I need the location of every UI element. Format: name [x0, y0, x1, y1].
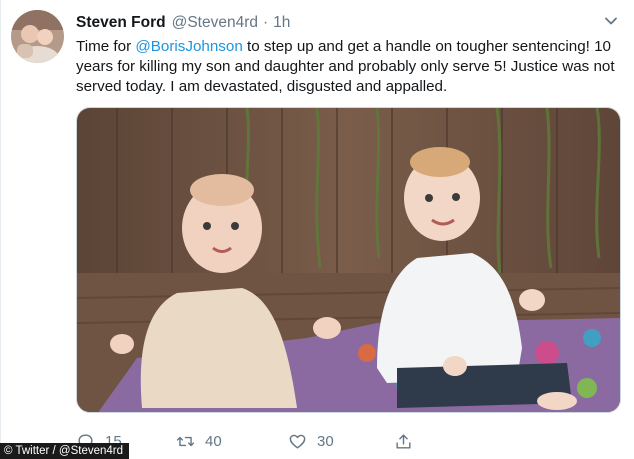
share-icon — [396, 433, 411, 449]
retweet-button[interactable]: 40 — [176, 428, 222, 454]
retweet-icon — [176, 436, 195, 446]
display-name[interactable]: Steven Ford — [76, 14, 166, 32]
heart-icon — [289, 434, 306, 449]
mention-link[interactable]: @BorisJohnson — [135, 38, 242, 55]
tweet-header: Steven Ford @Steven4rd · 1h — [76, 12, 621, 34]
share-button[interactable] — [394, 428, 423, 454]
like-count: 30 — [317, 432, 334, 450]
tweet-card: Steven Ford @Steven4rd · 1h Time for @Bo… — [0, 0, 634, 459]
separator-dot: · — [262, 14, 269, 31]
tweet: Steven Ford @Steven4rd · 1h Time for @Bo… — [0, 0, 634, 459]
photo-credit: © Twitter / @Steven4rd — [0, 443, 130, 459]
user-handle[interactable]: @Steven4rd — [172, 14, 258, 32]
tweet-text: Time for @BorisJohnson to step up and ge… — [76, 37, 624, 97]
avatar[interactable] — [11, 10, 64, 63]
timestamp[interactable]: 1h — [273, 14, 290, 32]
like-button[interactable]: 30 — [288, 428, 334, 454]
tweet-photo[interactable] — [76, 107, 621, 413]
retweet-count: 40 — [205, 432, 222, 450]
chevron-down-icon[interactable] — [603, 13, 619, 29]
tweet-actions: 15 40 30 — [76, 428, 621, 454]
tweet-text-start: Time for — [76, 38, 136, 55]
